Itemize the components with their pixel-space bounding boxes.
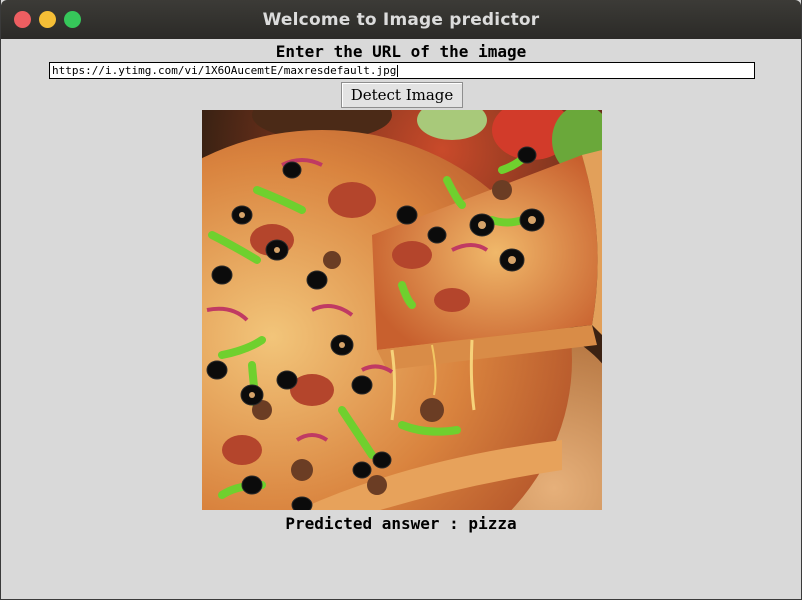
pizza-photo-icon xyxy=(202,110,602,510)
url-input-value: https://i.ytimg.com/vi/1X6OAucemtE/maxre… xyxy=(52,64,397,77)
detect-image-button[interactable]: Detect Image xyxy=(341,82,463,108)
app-window: Welcome to Image predictor Enter the URL… xyxy=(0,0,802,600)
predicted-image xyxy=(202,110,602,510)
url-input[interactable]: https://i.ytimg.com/vi/1X6OAucemtE/maxre… xyxy=(49,62,755,79)
url-prompt-label: Enter the URL of the image xyxy=(275,42,527,61)
text-caret xyxy=(397,65,399,77)
prediction-result: Predicted answer : pizza xyxy=(285,514,517,533)
window-title: Welcome to Image predictor xyxy=(262,10,540,30)
title-bar: Welcome to Image predictor xyxy=(1,0,801,39)
